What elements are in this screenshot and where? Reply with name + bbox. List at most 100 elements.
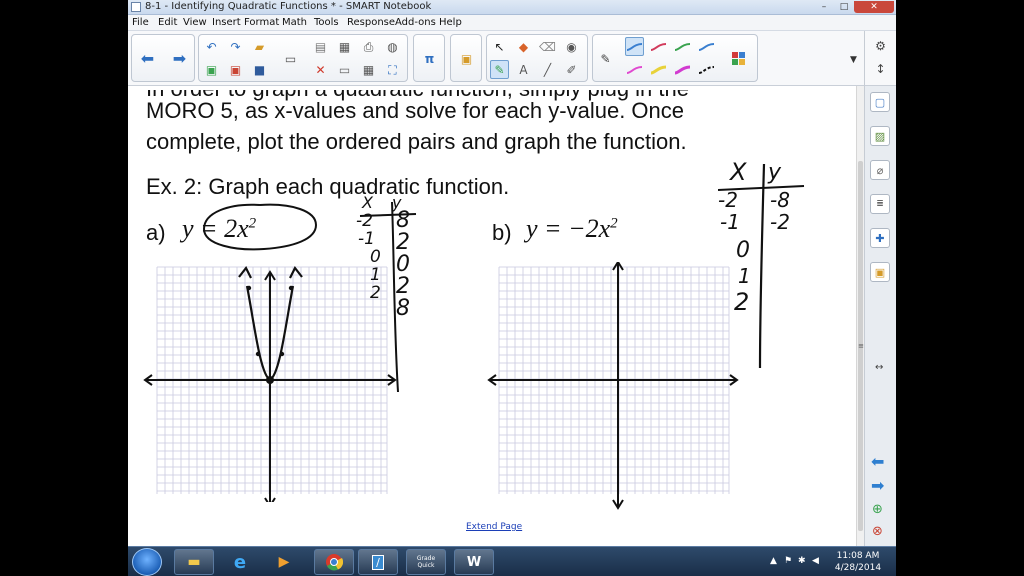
maximize-button[interactable]: □ (834, 1, 854, 13)
pen-style-4[interactable] (697, 37, 716, 56)
paste-icon[interactable]: ▤ (311, 37, 330, 56)
tray-expand-icon[interactable]: ▲ (770, 556, 780, 566)
pen-tool-icon[interactable]: ✎ (490, 60, 509, 79)
clock-date[interactable]: 4/28/2014 (828, 563, 888, 573)
table-icon[interactable]: ▦ (359, 60, 378, 79)
add-ons-icon[interactable]: ✚ (870, 228, 890, 248)
clock-time[interactable]: 11:08 AM (828, 551, 888, 561)
plotted-point (246, 285, 252, 291)
menu-response[interactable]: Response (347, 17, 395, 28)
response-icon[interactable]: ▣ (457, 49, 476, 68)
pen-style-2[interactable] (649, 37, 668, 56)
smart-notebook-icon[interactable]: ∕ (358, 549, 398, 575)
table-a-x-0: -2 (356, 211, 373, 231)
table-b-x-2: 0 (736, 238, 750, 263)
grade-quick-icon[interactable]: Grade Quick (406, 549, 446, 575)
word-icon[interactable]: W (454, 549, 494, 575)
menu-insert[interactable]: Insert (212, 17, 241, 28)
eraser-icon[interactable]: ⌫ (538, 37, 557, 56)
show-hide-icon[interactable]: ▭ (335, 60, 354, 79)
menu-format[interactable]: Format (244, 17, 279, 28)
minimize-button[interactable]: – (814, 1, 834, 13)
capture-icon[interactable]: ▦ (335, 37, 354, 56)
table-b-header-x: X (730, 158, 747, 186)
add-page-icon[interactable]: ⊕ (872, 502, 883, 517)
part-b-equation: y = −2x2 (526, 214, 618, 244)
menu-file[interactable]: File (132, 17, 149, 28)
menu-add-ons[interactable]: Add-ons (395, 17, 436, 28)
page-scrollbar[interactable]: ≡ (856, 86, 864, 546)
start-button[interactable] (132, 548, 162, 576)
volume-icon[interactable]: ◀ (812, 556, 822, 566)
plotted-point (266, 376, 274, 384)
line-icon[interactable]: ╱ (538, 60, 557, 79)
shape-icon[interactable]: ◆ (514, 37, 533, 56)
part-b-equation-text: y = −2x (526, 214, 611, 243)
full-screen-icon[interactable]: ⛶ (383, 60, 402, 79)
chrome-icon[interactable] (314, 549, 354, 575)
fill-icon[interactable]: ◉ (562, 37, 581, 56)
attachments-icon[interactable]: ⌀ (870, 160, 890, 180)
text-icon[interactable]: A (514, 60, 533, 79)
table-b-y-0: -8 (770, 188, 790, 212)
media-player-icon[interactable]: ▶ (264, 549, 304, 575)
internet-explorer-icon[interactable]: e (220, 549, 260, 575)
add-page-icon[interactable]: ▣ (202, 60, 221, 79)
menu-view[interactable]: View (183, 17, 207, 28)
plotted-point (279, 351, 285, 357)
document-camera-icon[interactable]: ⎙ (359, 37, 378, 56)
notebook-page[interactable]: In order to graph a quadratic function, … (128, 86, 856, 546)
gallery-icon[interactable]: ▨ (870, 126, 890, 146)
menu-tools[interactable]: Tools (314, 17, 339, 28)
response-tab-icon[interactable]: ▣ (870, 262, 890, 282)
pen-style-3[interactable] (673, 37, 692, 56)
menu-math[interactable]: Math (282, 17, 307, 28)
properties-icon[interactable]: ≣ (870, 194, 890, 214)
gear-icon[interactable]: ⚙ (871, 36, 890, 55)
grade-quick-label: Grade Quick (416, 555, 436, 569)
open-icon[interactable]: ▰ (250, 37, 269, 56)
plotted-point (288, 285, 294, 291)
back-arrow-icon[interactable]: ⬅ (138, 49, 157, 68)
menu-edit[interactable]: Edit (158, 17, 177, 28)
select-icon[interactable]: ↖ (490, 37, 509, 56)
pen-icon[interactable]: ✎ (596, 49, 615, 68)
network-icon[interactable]: ✱ (798, 556, 808, 566)
toolbar-dropdown-icon[interactable]: ▼ (844, 51, 863, 70)
delete-page-icon[interactable]: ▣ (226, 60, 245, 79)
instruction-line-2: MORO 5, as x-values and solve for each y… (146, 98, 685, 123)
magic-pen-icon[interactable]: ✐ (562, 60, 581, 79)
pen-style-5[interactable] (625, 60, 644, 79)
redo-icon[interactable]: ↷ (226, 37, 245, 56)
delete-icon[interactable]: ✕ (311, 60, 330, 79)
next-page-icon[interactable]: ➡ (871, 476, 884, 495)
undo-icon[interactable]: ↶ (202, 37, 221, 56)
math-icon[interactable]: π (420, 49, 439, 68)
move-toolbar-icon[interactable]: ↕ (871, 59, 890, 78)
screen-capture-icon[interactable]: ◍ (383, 37, 402, 56)
pen-style-8[interactable] (697, 60, 716, 79)
forward-arrow-icon[interactable]: ➡ (170, 49, 189, 68)
part-b-exponent: 2 (610, 215, 618, 232)
delete-page-icon[interactable]: ⊗ (872, 524, 883, 539)
file-explorer-icon[interactable]: ▬ (174, 549, 214, 575)
instruction-line-3: complete, plot the ordered pairs and gra… (146, 129, 687, 154)
flag-icon[interactable]: ⚑ (784, 556, 794, 566)
extend-page-link[interactable]: Extend Page (466, 522, 522, 532)
screen-shade-icon[interactable]: ▭ (281, 49, 300, 68)
prev-page-icon[interactable]: ⬅ (871, 452, 884, 471)
table-a-x-1: -1 (358, 229, 375, 249)
menu-help[interactable]: Help (439, 17, 462, 28)
pen-style-6[interactable] (649, 60, 668, 79)
save-icon[interactable]: ■ (250, 60, 269, 79)
part-a-label: a) (146, 220, 166, 245)
close-button[interactable]: ✕ (854, 1, 894, 13)
pen-swatch-blue-2 (698, 42, 715, 51)
math-group: π (413, 34, 445, 82)
panel-resize-icon[interactable]: ↔ (875, 362, 883, 373)
ink-circle-annotation (202, 203, 318, 251)
pen-style-7[interactable] (673, 60, 692, 79)
color-palette-icon[interactable] (729, 49, 748, 68)
page-sorter-icon[interactable]: ▢ (870, 92, 890, 112)
pen-style-1[interactable] (625, 37, 644, 56)
